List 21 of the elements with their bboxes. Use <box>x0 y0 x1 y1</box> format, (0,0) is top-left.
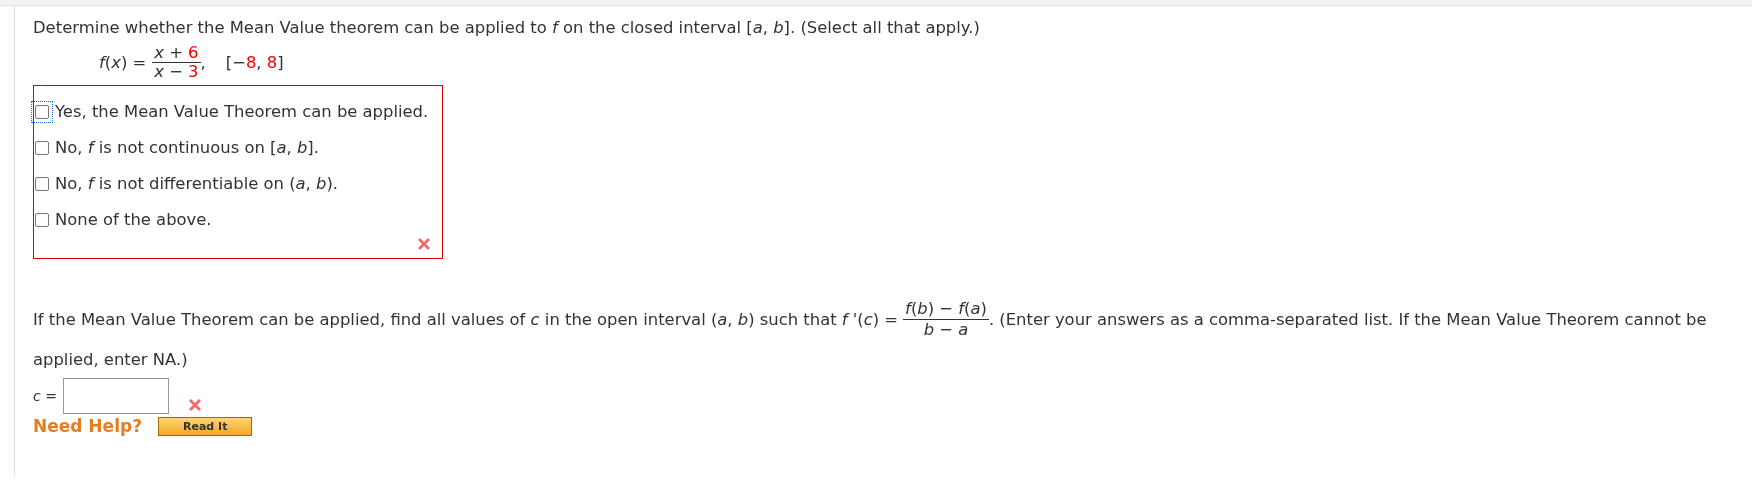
need-help-label: Need Help? <box>33 416 142 436</box>
checkbox[interactable] <box>35 213 49 227</box>
interval-text: [−8, 8] <box>225 53 284 72</box>
difference-quotient: f(b) − f(a) b − a <box>903 299 989 340</box>
checkbox[interactable] <box>35 177 49 191</box>
option-label[interactable]: No, f is not differentiable on (a, b). <box>55 174 339 194</box>
instruction-text: . (Enter your answers as a comma-separated list. If the Mean Value Theorem cannot be <box>988 310 1707 329</box>
checkbox[interactable] <box>35 141 49 155</box>
function-label: f(x) = <box>99 53 147 72</box>
comma: , <box>200 53 206 72</box>
answer-label: c = <box>33 388 57 404</box>
function-fraction: x + 6 x − 3 <box>152 44 201 81</box>
checkbox[interactable] <box>35 105 49 119</box>
option-label[interactable]: No, f is not continuous on [a, b]. <box>55 138 319 158</box>
instruction-text: applied, enter NA.) <box>33 350 189 370</box>
option-label[interactable]: Yes, the Mean Value Theorem can be applied. <box>55 102 429 122</box>
question-text: Determine whether the Mean Value theorem can be applied to f on the closed interval [a, b]. (Select all that apply.) <box>33 18 981 38</box>
read-it-button[interactable]: Read It <box>158 416 253 436</box>
instruction-text: If the Mean Value Theorem can be applied, find all values of c in the open interval (a, b) such that f '(c) = <box>33 310 899 329</box>
option-label[interactable]: None of the above. <box>55 210 212 230</box>
answer-field[interactable] <box>62 378 169 414</box>
